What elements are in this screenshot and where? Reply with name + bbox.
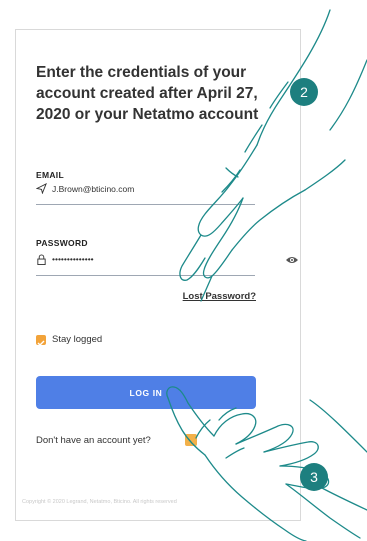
password-label: PASSWORD <box>36 238 88 248</box>
step-2-badge: 2 <box>290 78 318 106</box>
copyright-text: Copyright © 2020 Legrand, Netatmo, Btici… <box>22 499 177 505</box>
page-title: Enter the credentials of your account cr… <box>36 64 259 123</box>
email-label: EMAIL <box>36 170 64 180</box>
page: Enter the credentials of your account cr… <box>0 0 367 541</box>
register-link-partial[interactable] <box>185 434 197 446</box>
email-underline <box>36 204 255 205</box>
lost-password-link[interactable]: Lost Password? <box>160 291 256 302</box>
stay-logged-label: Stay logged <box>52 334 103 345</box>
login-button[interactable]: LOG IN <box>36 376 256 409</box>
password-underline <box>36 275 255 276</box>
step-3-badge: 3 <box>300 463 328 491</box>
stay-logged-checkbox[interactable] <box>36 335 46 346</box>
checkmark-icon <box>37 340 45 346</box>
eye-icon[interactable] <box>285 255 299 265</box>
send-icon <box>36 183 47 194</box>
email-field[interactable]: J.Brown@bticino.com <box>52 184 134 194</box>
lock-icon <box>37 254 46 265</box>
no-account-text: Don't have an account yet? <box>36 435 151 446</box>
password-field[interactable]: •••••••••••••• <box>52 254 94 264</box>
